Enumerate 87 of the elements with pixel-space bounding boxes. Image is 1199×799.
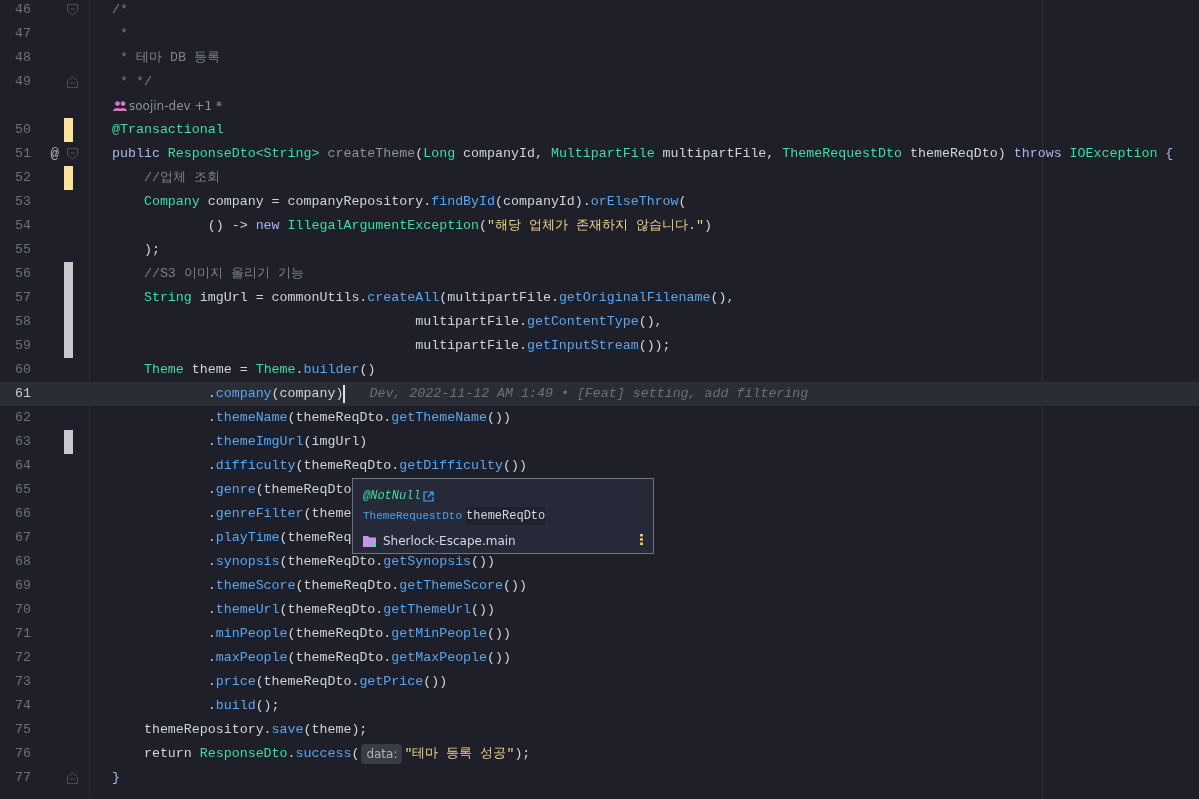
code-line: .company(company) — [206, 385, 344, 403]
author-hint[interactable]: soojin-dev +1 * — [129, 97, 222, 115]
code-line: //업체 조회 — [142, 169, 220, 187]
line-number: 73 — [14, 673, 31, 692]
line-number: 47 — [14, 25, 31, 44]
change-marker[interactable] — [64, 166, 73, 190]
code-line: .maxPeople(themeReqDto.getMaxPeople()) — [206, 649, 511, 667]
line-number: 63 — [14, 433, 31, 452]
parameter-name: themeReqDto — [466, 507, 546, 525]
code-text: "테마 등록 성공"); — [404, 745, 531, 763]
gutter-marker[interactable]: @ — [50, 143, 59, 165]
line-number: 53 — [14, 193, 31, 212]
line-number: 72 — [14, 649, 31, 668]
parameter-hint: data: — [361, 744, 403, 764]
module-name: Sherlock-Escape.main — [383, 533, 516, 550]
code-line: @Transactional — [112, 121, 224, 139]
code-line: .themeScore(themeReqDto.getThemeScore()) — [206, 577, 527, 595]
line-number: 68 — [14, 553, 31, 572]
change-marker[interactable] — [64, 118, 73, 142]
line-number: 48 — [14, 49, 31, 68]
code-line: * */ — [118, 73, 152, 91]
line-number: 66 — [14, 505, 31, 524]
code-line: * 테마 DB 등록 — [118, 49, 220, 67]
line-number: 60 — [14, 361, 31, 380]
line-number: 64 — [14, 457, 31, 476]
line-number: 50 — [14, 121, 31, 140]
text-cursor — [343, 385, 346, 403]
folder-icon — [363, 534, 377, 548]
line-number: 51 — [14, 145, 31, 164]
line-number: 58 — [14, 313, 31, 332]
change-marker[interactable] — [64, 262, 73, 286]
code-line: .difficulty(themeReqDto.getDifficulty()) — [206, 457, 527, 475]
code-line: public ResponseDto<String> createTheme(Long companyId, MultipartFile multipartFile, ThemeRequestDto themeReqDto) throws IOException { — [112, 145, 1174, 163]
code-line: Company company = companyRepository.findById(companyId).orElseThrow( — [142, 193, 687, 211]
line-number: 54 — [14, 217, 31, 236]
line-number: 56 — [14, 265, 31, 284]
fold-icon[interactable] — [67, 772, 78, 784]
blame-annotation: Dev, 2022-11-12 AM 1:49 • [Feat] setting, add filtering — [369, 385, 809, 403]
line-number: 49 — [14, 73, 31, 92]
code-line: Theme theme = Theme.builder() — [142, 361, 376, 379]
line-number: 71 — [14, 625, 31, 644]
line-number: 69 — [14, 577, 31, 596]
code-line: themeRepository.save(theme); — [142, 721, 368, 739]
code-line: .themeUrl(themeReqDto.getThemeUrl()) — [206, 601, 496, 619]
code-line: String imgUrl = commonUtils.createAll(multipartFile.getOriginalFilename(), — [142, 289, 735, 307]
code-line: .genre(themeReqDto — [206, 481, 352, 499]
code-line: //S3 이미지 올리기 기능 — [142, 265, 304, 283]
line-number: 67 — [14, 529, 31, 548]
fold-icon[interactable] — [67, 76, 78, 88]
external-link-icon[interactable] — [422, 490, 434, 502]
line-number: 76 — [14, 745, 31, 764]
people-icon — [113, 101, 127, 111]
change-marker[interactable] — [64, 334, 73, 358]
code-line: .synopsis(themeReqDto.getSynopsis()) — [206, 553, 496, 571]
code-line: .themeImgUrl(imgUrl) — [206, 433, 368, 451]
code-line: .price(themeReqDto.getPrice()) — [206, 673, 448, 691]
line-number: 70 — [14, 601, 31, 620]
code-line: multipartFile.getInputStream()); — [414, 337, 671, 355]
line-number: 61 — [14, 385, 31, 404]
code-line: * — [118, 25, 128, 43]
line-number: 59 — [14, 337, 31, 356]
annotation-name: @NotNull — [363, 488, 421, 505]
line-number: 62 — [14, 409, 31, 428]
code-line: multipartFile.getContentType(), — [414, 313, 663, 331]
code-line: .build(); — [206, 697, 280, 715]
code-line: .genreFilter(theme — [206, 505, 352, 523]
more-options-icon[interactable] — [640, 534, 643, 545]
code-text: return ResponseDto.success( — [142, 745, 360, 763]
parameter-type: ThemeRequestDto — [363, 508, 463, 524]
code-line: /* — [112, 1, 128, 19]
line-number: 75 — [14, 721, 31, 740]
line-number: 77 — [14, 769, 31, 788]
code-line: } — [112, 769, 120, 787]
code-line: .playTime(themeReq — [206, 529, 352, 547]
fold-icon[interactable] — [67, 4, 78, 16]
line-number: 55 — [14, 241, 31, 260]
fold-icon[interactable] — [67, 148, 78, 160]
line-number: 46 — [14, 1, 31, 20]
code-line: .themeName(themeReqDto.getThemeName()) — [206, 409, 511, 427]
line-number: 52 — [14, 169, 31, 188]
code-line: () -> new IllegalArgumentException("해당 업체가 존재하지 않습니다.") — [206, 217, 712, 235]
code-line: ); — [142, 241, 160, 259]
line-number: 57 — [14, 289, 31, 308]
change-marker[interactable] — [64, 430, 73, 454]
line-number: 74 — [14, 697, 31, 716]
line-number: 65 — [14, 481, 31, 500]
code-line: .minPeople(themeReqDto.getMinPeople()) — [206, 625, 511, 643]
